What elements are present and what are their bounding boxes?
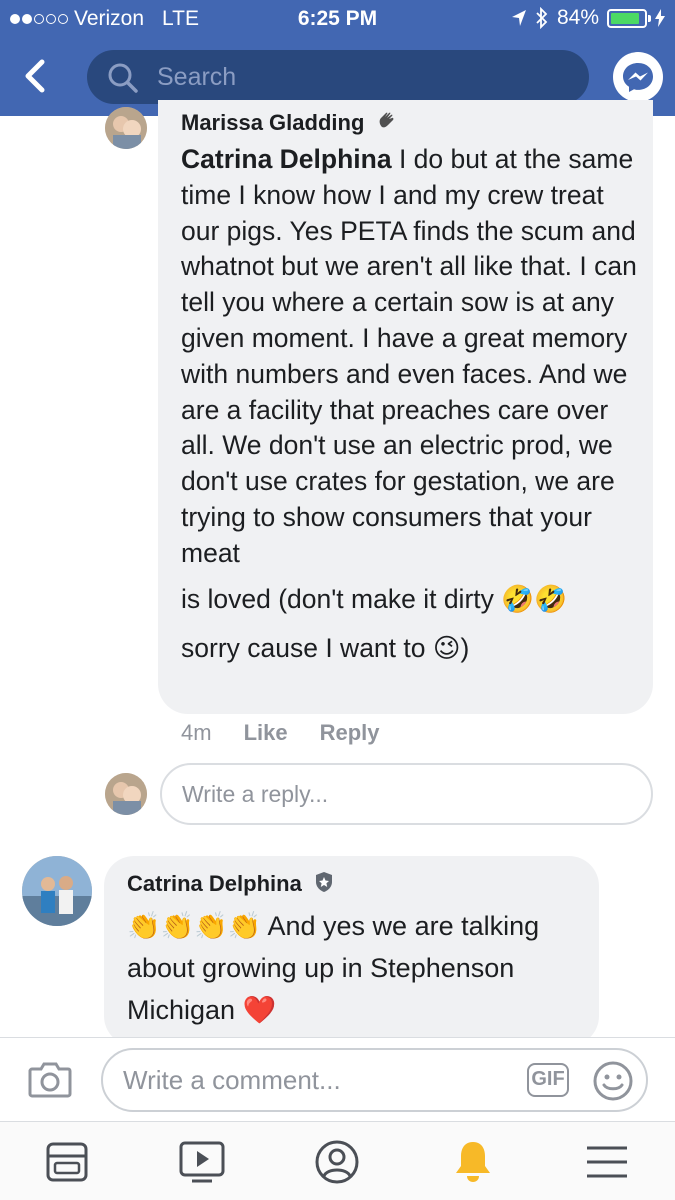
battery-level-fill (611, 12, 639, 24)
messenger-icon (623, 63, 653, 92)
comment-input[interactable] (123, 1050, 513, 1110)
avatar-photo (22, 856, 92, 926)
tab-menu[interactable] (582, 1138, 632, 1186)
comment-author-row: Catrina Delphina (127, 871, 334, 897)
waving-hand-icon (379, 112, 393, 128)
reply-actions: 4m Like Reply (181, 720, 380, 746)
bluetooth-icon (536, 7, 548, 29)
tab-notifications[interactable] (448, 1138, 498, 1186)
profile-icon (315, 1140, 359, 1184)
verified-shield-icon (315, 872, 332, 892)
reply-body: Catrina Delphina I do but at the same ti… (181, 142, 641, 667)
messenger-button[interactable] (613, 52, 663, 102)
reply-timestamp: 4m (181, 720, 212, 745)
notifications-icon (456, 1142, 490, 1182)
wink-emoji: 😉 (432, 633, 461, 664)
reply-text-end3: ) (460, 633, 470, 664)
heart-emoji: ❤️ (242, 995, 277, 1025)
charging-bolt-icon (655, 9, 665, 27)
status-bar: Verizon LTE 6:25 PM 84% (0, 0, 675, 38)
search-bar[interactable] (87, 50, 589, 104)
reply-input[interactable] (162, 765, 651, 823)
search-icon (108, 63, 138, 93)
watch-icon (179, 1141, 225, 1183)
comment-composer: GIF (0, 1037, 675, 1121)
menu-icon (587, 1146, 627, 1178)
top-bar: Verizon LTE 6:25 PM 84% (0, 0, 675, 116)
reply-text-end2: sorry cause I want to (181, 633, 426, 664)
avatar[interactable] (22, 856, 92, 926)
sticker-smile-icon[interactable] (592, 1060, 634, 1102)
search-nav (0, 50, 675, 104)
location-arrow-icon (511, 10, 526, 26)
comment-text-line2: about growing up in Stephenson (127, 953, 515, 983)
reply-text-body: same time I know how I and my crew treat… (181, 144, 637, 568)
comment-body: 👏👏👏👏 And yes we are talking about growin… (127, 905, 587, 1031)
reply-text-line1: I do but at the (391, 144, 562, 174)
reply-field[interactable] (160, 763, 653, 825)
back-button[interactable] (14, 54, 54, 98)
clapping-emoji: 👏👏👏👏 (127, 911, 262, 941)
reply-author-name[interactable]: Marissa Gladding (181, 110, 364, 135)
comment-field[interactable]: GIF (101, 1048, 648, 1112)
tab-news-feed[interactable] (42, 1138, 92, 1186)
comment-text-line3: Michigan (127, 995, 236, 1025)
current-user-avatar (105, 773, 147, 815)
chevron-left-icon (25, 59, 45, 93)
avatar[interactable] (105, 107, 147, 149)
comment-text-line1: And yes we are talking (261, 911, 540, 941)
like-button[interactable]: Like (244, 720, 288, 746)
camera-icon[interactable] (28, 1060, 72, 1098)
news-feed-icon (46, 1142, 88, 1182)
battery-icon (607, 8, 651, 28)
reply-text-end1: is loved (don't make it dirty (181, 583, 494, 614)
tab-profile[interactable] (312, 1138, 362, 1186)
comment-author-name[interactable]: Catrina Delphina (127, 871, 302, 896)
rofl-emoji: 🤣🤣 (501, 583, 568, 614)
gif-button[interactable]: GIF (527, 1063, 569, 1097)
tab-watch[interactable] (177, 1138, 227, 1186)
avatar-photo (105, 773, 147, 815)
mention-link[interactable]: Catrina Delphina (181, 144, 392, 174)
reply-button[interactable]: Reply (320, 720, 380, 746)
battery-percent: 84% (556, 6, 599, 29)
bottom-tab-bar (0, 1121, 675, 1200)
search-input[interactable] (157, 50, 567, 104)
reply-author-row: Marissa Gladding (181, 110, 397, 136)
avatar-photo (105, 107, 147, 149)
